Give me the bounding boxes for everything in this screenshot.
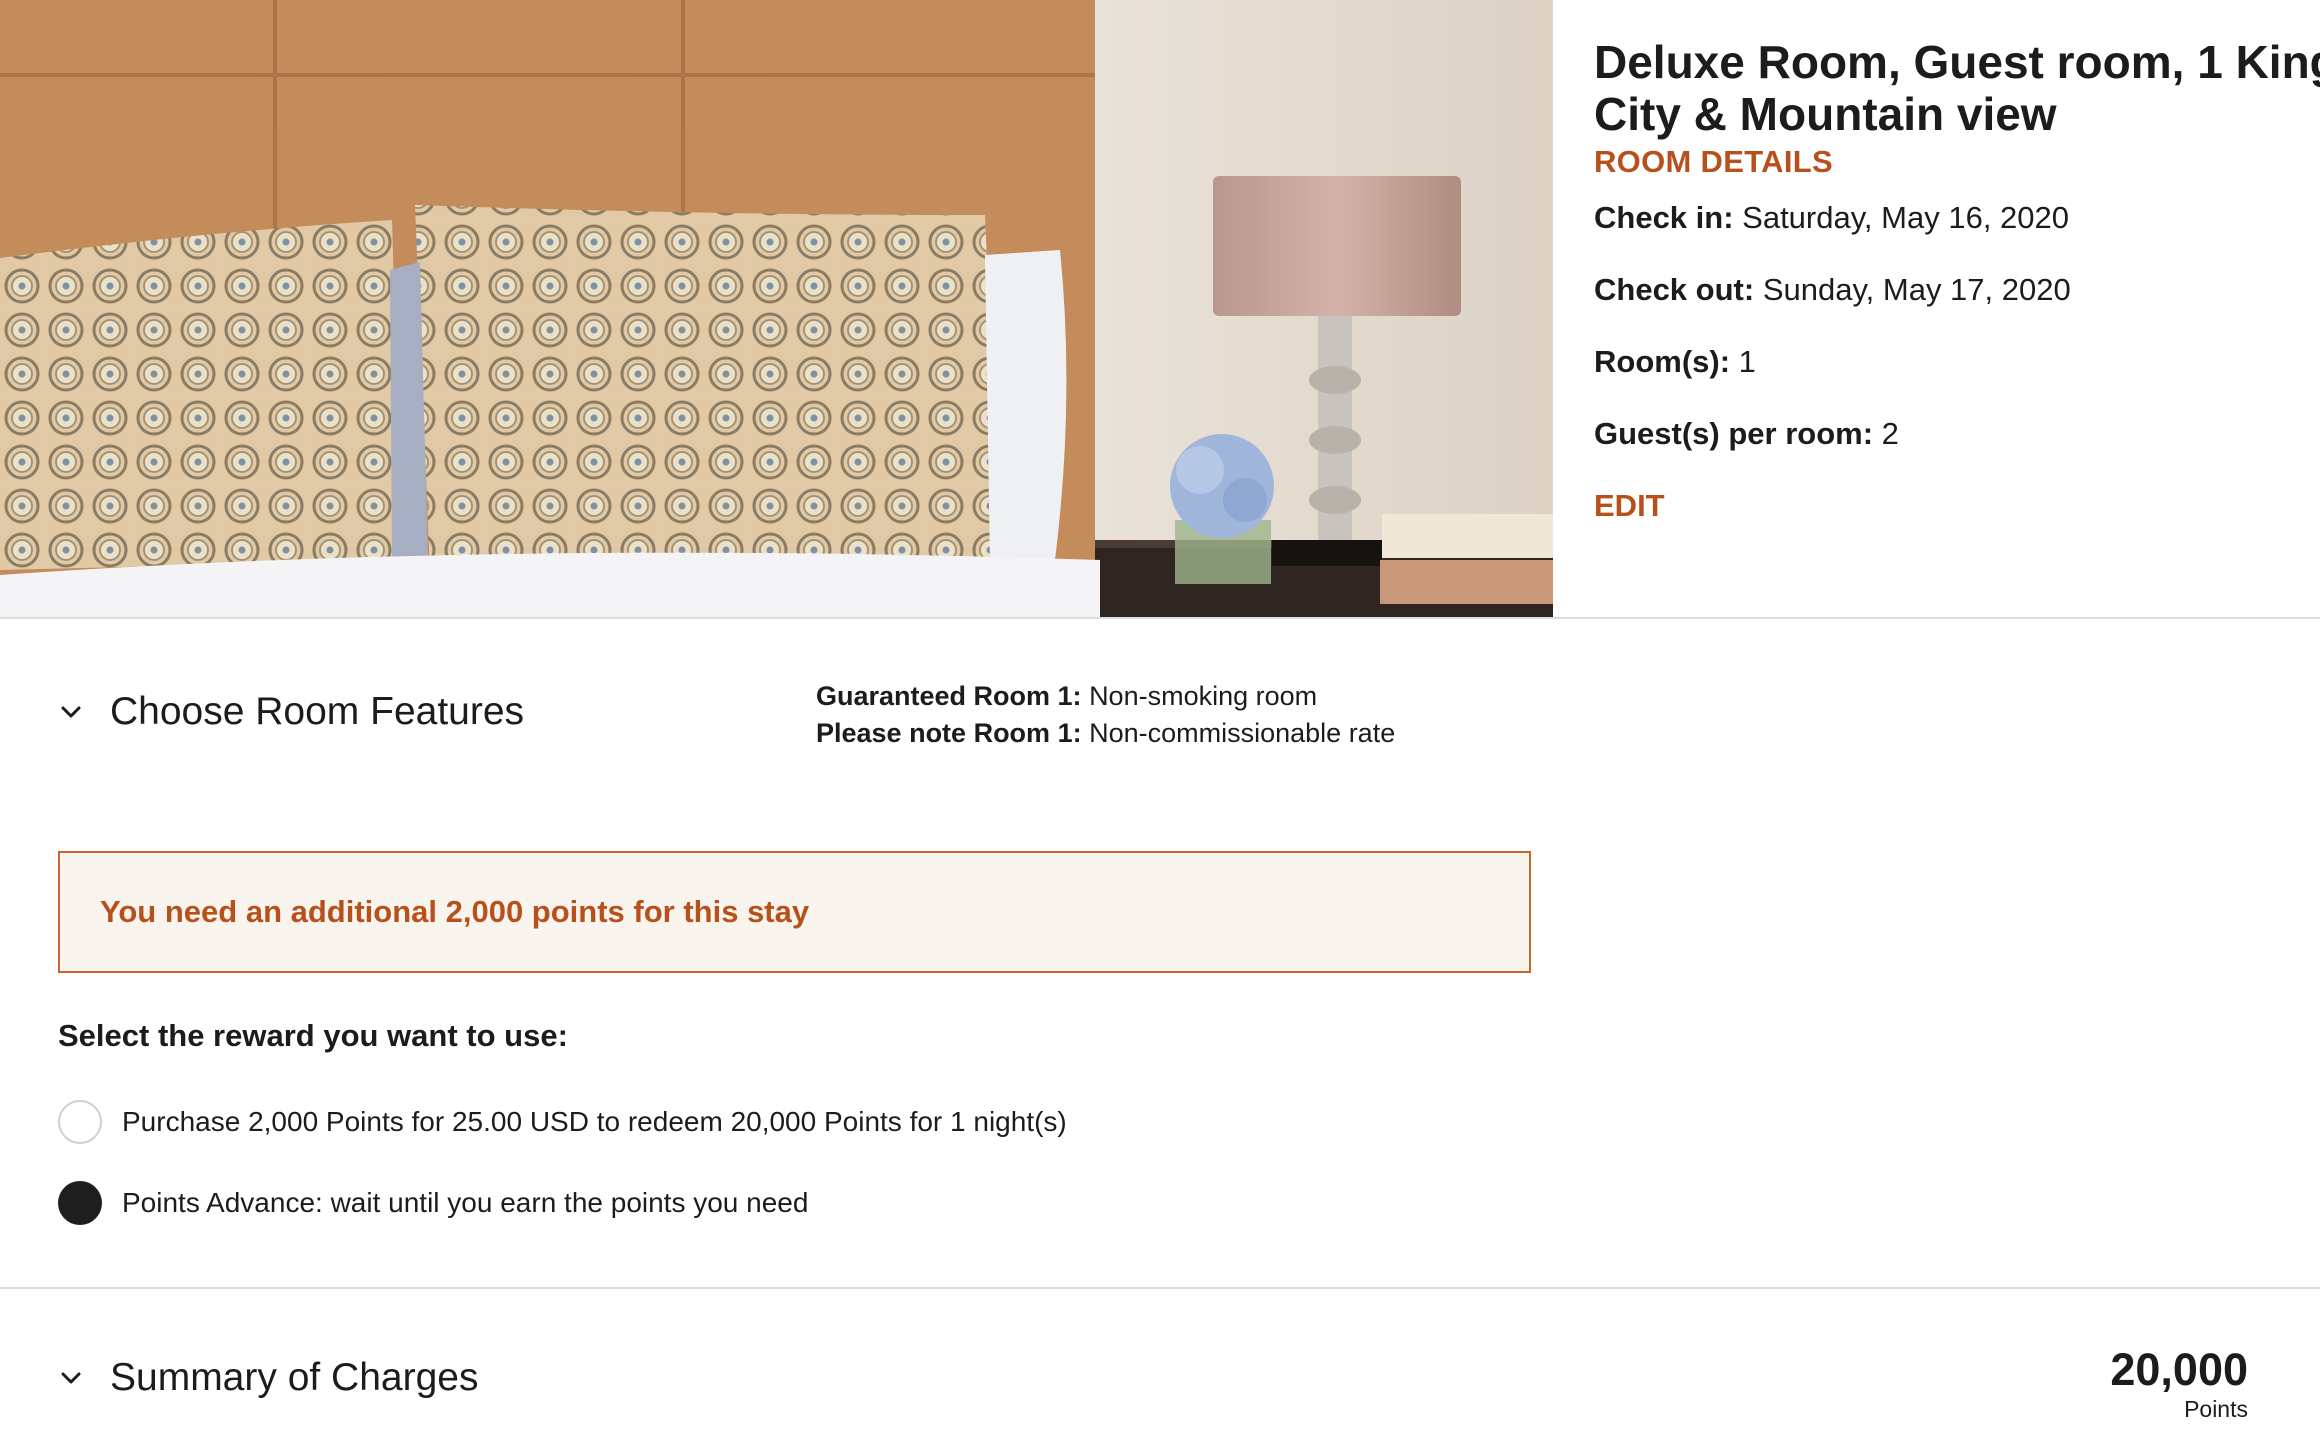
summary-of-charges-toggle[interactable]: Summary of Charges	[58, 1356, 478, 1400]
room-photo-illustration	[0, 0, 1553, 617]
rooms-label: Room(s):	[1594, 344, 1731, 379]
reward-option-points-advance[interactable]: Points Advance: wait until you earn the …	[58, 1181, 808, 1225]
points-total-unit: Points	[2184, 1396, 2248, 1422]
choose-room-features-title: Choose Room Features	[110, 690, 525, 733]
check-in-row: Check in: Saturday, May 16, 2020	[1594, 200, 2320, 236]
please-note-label: Please note Room 1:	[816, 718, 1082, 748]
guaranteed-room-label: Guaranteed Room 1:	[816, 681, 1082, 711]
summary-of-charges-title: Summary of Charges	[110, 1356, 479, 1399]
edit-link[interactable]: EDIT	[1594, 488, 1665, 524]
reward-option-label: Purchase 2,000 Points for 25.00 USD to r…	[122, 1106, 1067, 1137]
check-out-row: Check out: Sunday, May 17, 2020	[1594, 272, 2320, 308]
points-alert: You need an additional 2,000 points for …	[58, 851, 1531, 973]
check-out-value: Sunday, May 17, 2020	[1762, 272, 2071, 307]
choose-room-features-toggle[interactable]: Choose Room Features	[58, 690, 524, 734]
radio-button-selected[interactable]	[58, 1181, 102, 1225]
room-title-line-2: City & Mountain view	[1594, 88, 2057, 140]
rooms-value: 1	[1738, 344, 1756, 379]
guaranteed-room-value: Non-smoking room	[1089, 681, 1318, 711]
check-in-label: Check in:	[1594, 200, 1734, 235]
please-note-value: Non-commissionable rate	[1089, 718, 1396, 748]
room-title: Deluxe Room, Guest room, 1 King, City & …	[1594, 36, 2320, 140]
please-note-row: Please note Room 1: Non-commissionable r…	[816, 715, 1395, 752]
reward-option-purchase[interactable]: Purchase 2,000 Points for 25.00 USD to r…	[58, 1100, 1067, 1144]
reward-heading: Select the reward you want to use:	[58, 1018, 568, 1053]
room-photo	[0, 0, 1553, 617]
points-total: 20,000 Points	[2110, 1346, 2248, 1423]
points-alert-message: You need an additional 2,000 points for …	[100, 894, 810, 929]
divider	[0, 1287, 2320, 1289]
guests-value: 2	[1881, 416, 1899, 451]
reward-option-label: Points Advance: wait until you earn the …	[122, 1187, 809, 1218]
check-out-label: Check out:	[1594, 272, 1755, 307]
chevron-down-icon	[61, 706, 81, 718]
guaranteed-room-row: Guaranteed Room 1: Non-smoking room	[816, 678, 1395, 715]
points-total-value: 20,000	[2110, 1344, 2248, 1395]
room-info-panel: Deluxe Room, Guest room, 1 King, City & …	[1594, 36, 2320, 524]
guests-label: Guest(s) per room:	[1594, 416, 1874, 451]
rooms-row: Room(s): 1	[1594, 344, 2320, 380]
room-title-line-1: Deluxe Room, Guest room, 1 King,	[1594, 36, 2320, 88]
room-notes: Guaranteed Room 1: Non-smoking room Plea…	[816, 678, 1395, 752]
guests-row: Guest(s) per room: 2	[1594, 416, 2320, 452]
divider	[0, 617, 2320, 619]
room-details-link[interactable]: ROOM DETAILS	[1594, 144, 2320, 180]
radio-button[interactable]	[58, 1100, 102, 1144]
check-in-value: Saturday, May 16, 2020	[1742, 200, 2070, 235]
chevron-down-icon	[61, 1372, 81, 1384]
